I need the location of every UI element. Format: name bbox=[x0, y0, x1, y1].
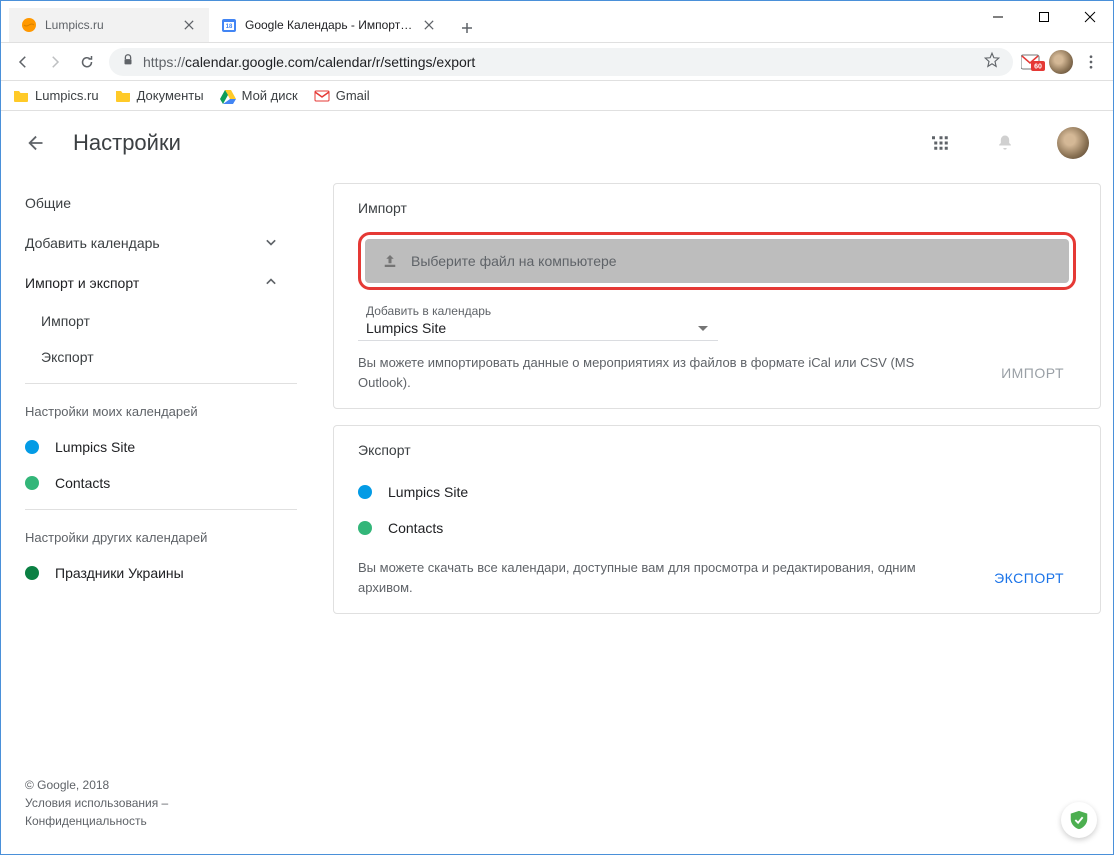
calendar-dot-icon bbox=[25, 476, 39, 490]
tab-title: Lumpics.ru bbox=[45, 18, 173, 32]
bookmark-gmail[interactable]: Gmail bbox=[314, 88, 370, 104]
highlight-box: Выберите файл на компьютере bbox=[358, 232, 1076, 290]
minimize-button[interactable] bbox=[975, 1, 1021, 33]
calendar-holidays-ukraine[interactable]: Праздники Украины bbox=[1, 555, 321, 591]
privacy-link[interactable]: Конфиденциальность bbox=[25, 814, 147, 828]
browser-toolbar: https://calendar.google.com/calendar/r/s… bbox=[1, 43, 1113, 81]
chrome-menu-button[interactable] bbox=[1077, 48, 1105, 76]
notifications-button[interactable] bbox=[985, 123, 1025, 163]
address-bar[interactable]: https://calendar.google.com/calendar/r/s… bbox=[109, 48, 1013, 76]
svg-text:18: 18 bbox=[226, 24, 233, 30]
import-title: Импорт bbox=[358, 200, 1076, 216]
lock-icon bbox=[121, 53, 135, 70]
calendar-dot-icon bbox=[25, 566, 39, 580]
bookmark-documents[interactable]: Документы bbox=[115, 88, 204, 104]
close-icon[interactable] bbox=[421, 17, 437, 33]
calendar-select[interactable]: Добавить в календарь Lumpics Site bbox=[358, 298, 718, 341]
import-help-text: Вы можете импортировать данные о меропри… bbox=[358, 353, 965, 392]
tab-strip: Lumpics.ru 18 Google Календарь - Импорт … bbox=[1, 1, 481, 42]
sidebar-footer: © Google, 2018 Условия использования – К… bbox=[1, 760, 321, 846]
bookmark-lumpics[interactable]: Lumpics.ru bbox=[13, 88, 99, 104]
tab-google-calendar[interactable]: 18 Google Календарь - Импорт и э bbox=[209, 8, 449, 42]
settsidebar: Общие Добавить календарь Импорт и экспор… bbox=[1, 175, 321, 854]
maximize-button[interactable] bbox=[1021, 1, 1067, 33]
profile-avatar-icon[interactable] bbox=[1049, 50, 1073, 74]
sidebar-sub-export[interactable]: Экспорт bbox=[1, 339, 321, 375]
my-calendars-title: Настройки моих календарей bbox=[1, 384, 321, 429]
back-button[interactable] bbox=[25, 131, 49, 155]
calendar-dot-icon bbox=[25, 440, 39, 454]
export-button[interactable]: ЭКСПОРТ bbox=[982, 562, 1076, 594]
chevron-down-icon bbox=[261, 232, 281, 255]
bookmark-drive[interactable]: Мой диск bbox=[220, 88, 298, 104]
chevron-up-icon bbox=[261, 272, 281, 295]
drive-icon bbox=[220, 88, 236, 104]
favicon-orange bbox=[21, 17, 37, 33]
tab-title: Google Календарь - Импорт и э bbox=[245, 18, 413, 32]
file-select-button[interactable]: Выберите файл на компьютере bbox=[365, 239, 1069, 283]
calendar-contacts[interactable]: Contacts bbox=[1, 465, 321, 501]
export-calendar-lumpics-site: Lumpics Site bbox=[358, 474, 1076, 510]
gmail-icon bbox=[314, 88, 330, 104]
svg-text:60: 60 bbox=[1034, 63, 1042, 70]
sidebar-item-add-calendar[interactable]: Добавить календарь bbox=[1, 223, 305, 263]
star-icon[interactable] bbox=[983, 51, 1001, 72]
bookmarks-bar: Lumpics.ru Документы Мой диск Gmail bbox=[1, 81, 1113, 111]
apps-grid-button[interactable] bbox=[921, 123, 961, 163]
tab-lumpics[interactable]: Lumpics.ru bbox=[9, 8, 209, 42]
folder-icon bbox=[115, 88, 131, 104]
terms-link[interactable]: Условия использования bbox=[25, 796, 158, 810]
export-help-text: Вы можете скачать все календари, доступн… bbox=[358, 558, 958, 597]
sidebar-sub-import[interactable]: Импорт bbox=[1, 303, 321, 339]
upload-icon bbox=[381, 252, 399, 270]
folder-icon bbox=[13, 88, 29, 104]
dropdown-arrow-icon bbox=[698, 319, 712, 333]
url-text: https://calendar.google.com/calendar/r/s… bbox=[143, 54, 975, 70]
sidebar-item-import-export[interactable]: Импорт и экспорт bbox=[1, 263, 305, 303]
close-icon[interactable] bbox=[181, 17, 197, 33]
gmail-extension-icon[interactable]: 60 bbox=[1021, 52, 1045, 72]
nav-reload-button[interactable] bbox=[73, 48, 101, 76]
calendar-lumpics-site[interactable]: Lumpics Site bbox=[1, 429, 321, 465]
extension-badge-button[interactable] bbox=[1061, 802, 1097, 838]
sidebar-item-general[interactable]: Общие bbox=[1, 183, 305, 223]
nav-forward-button[interactable] bbox=[41, 48, 69, 76]
account-avatar-button[interactable] bbox=[1057, 127, 1089, 159]
titlebar: Lumpics.ru 18 Google Календарь - Импорт … bbox=[1, 1, 1113, 43]
app-header: Настройки bbox=[1, 111, 1113, 175]
content-area: Импорт Выберите файл на компьютере Добав… bbox=[321, 175, 1113, 854]
other-calendars-title: Настройки других календарей bbox=[1, 510, 321, 555]
calendar-dot-icon bbox=[358, 521, 372, 535]
close-button[interactable] bbox=[1067, 1, 1113, 33]
new-tab-button[interactable] bbox=[453, 14, 481, 42]
window-controls bbox=[975, 1, 1113, 33]
nav-back-button[interactable] bbox=[9, 48, 37, 76]
import-button[interactable]: ИМПОРТ bbox=[989, 357, 1076, 389]
import-panel: Импорт Выберите файл на компьютере Добав… bbox=[333, 183, 1101, 409]
calendar-dot-icon bbox=[358, 485, 372, 499]
export-calendar-contacts: Contacts bbox=[358, 510, 1076, 546]
export-panel: Экспорт Lumpics Site Contacts Вы можете … bbox=[333, 425, 1101, 614]
export-title: Экспорт bbox=[358, 442, 1076, 458]
favicon-calendar: 18 bbox=[221, 17, 237, 33]
page-title: Настройки bbox=[73, 130, 181, 156]
